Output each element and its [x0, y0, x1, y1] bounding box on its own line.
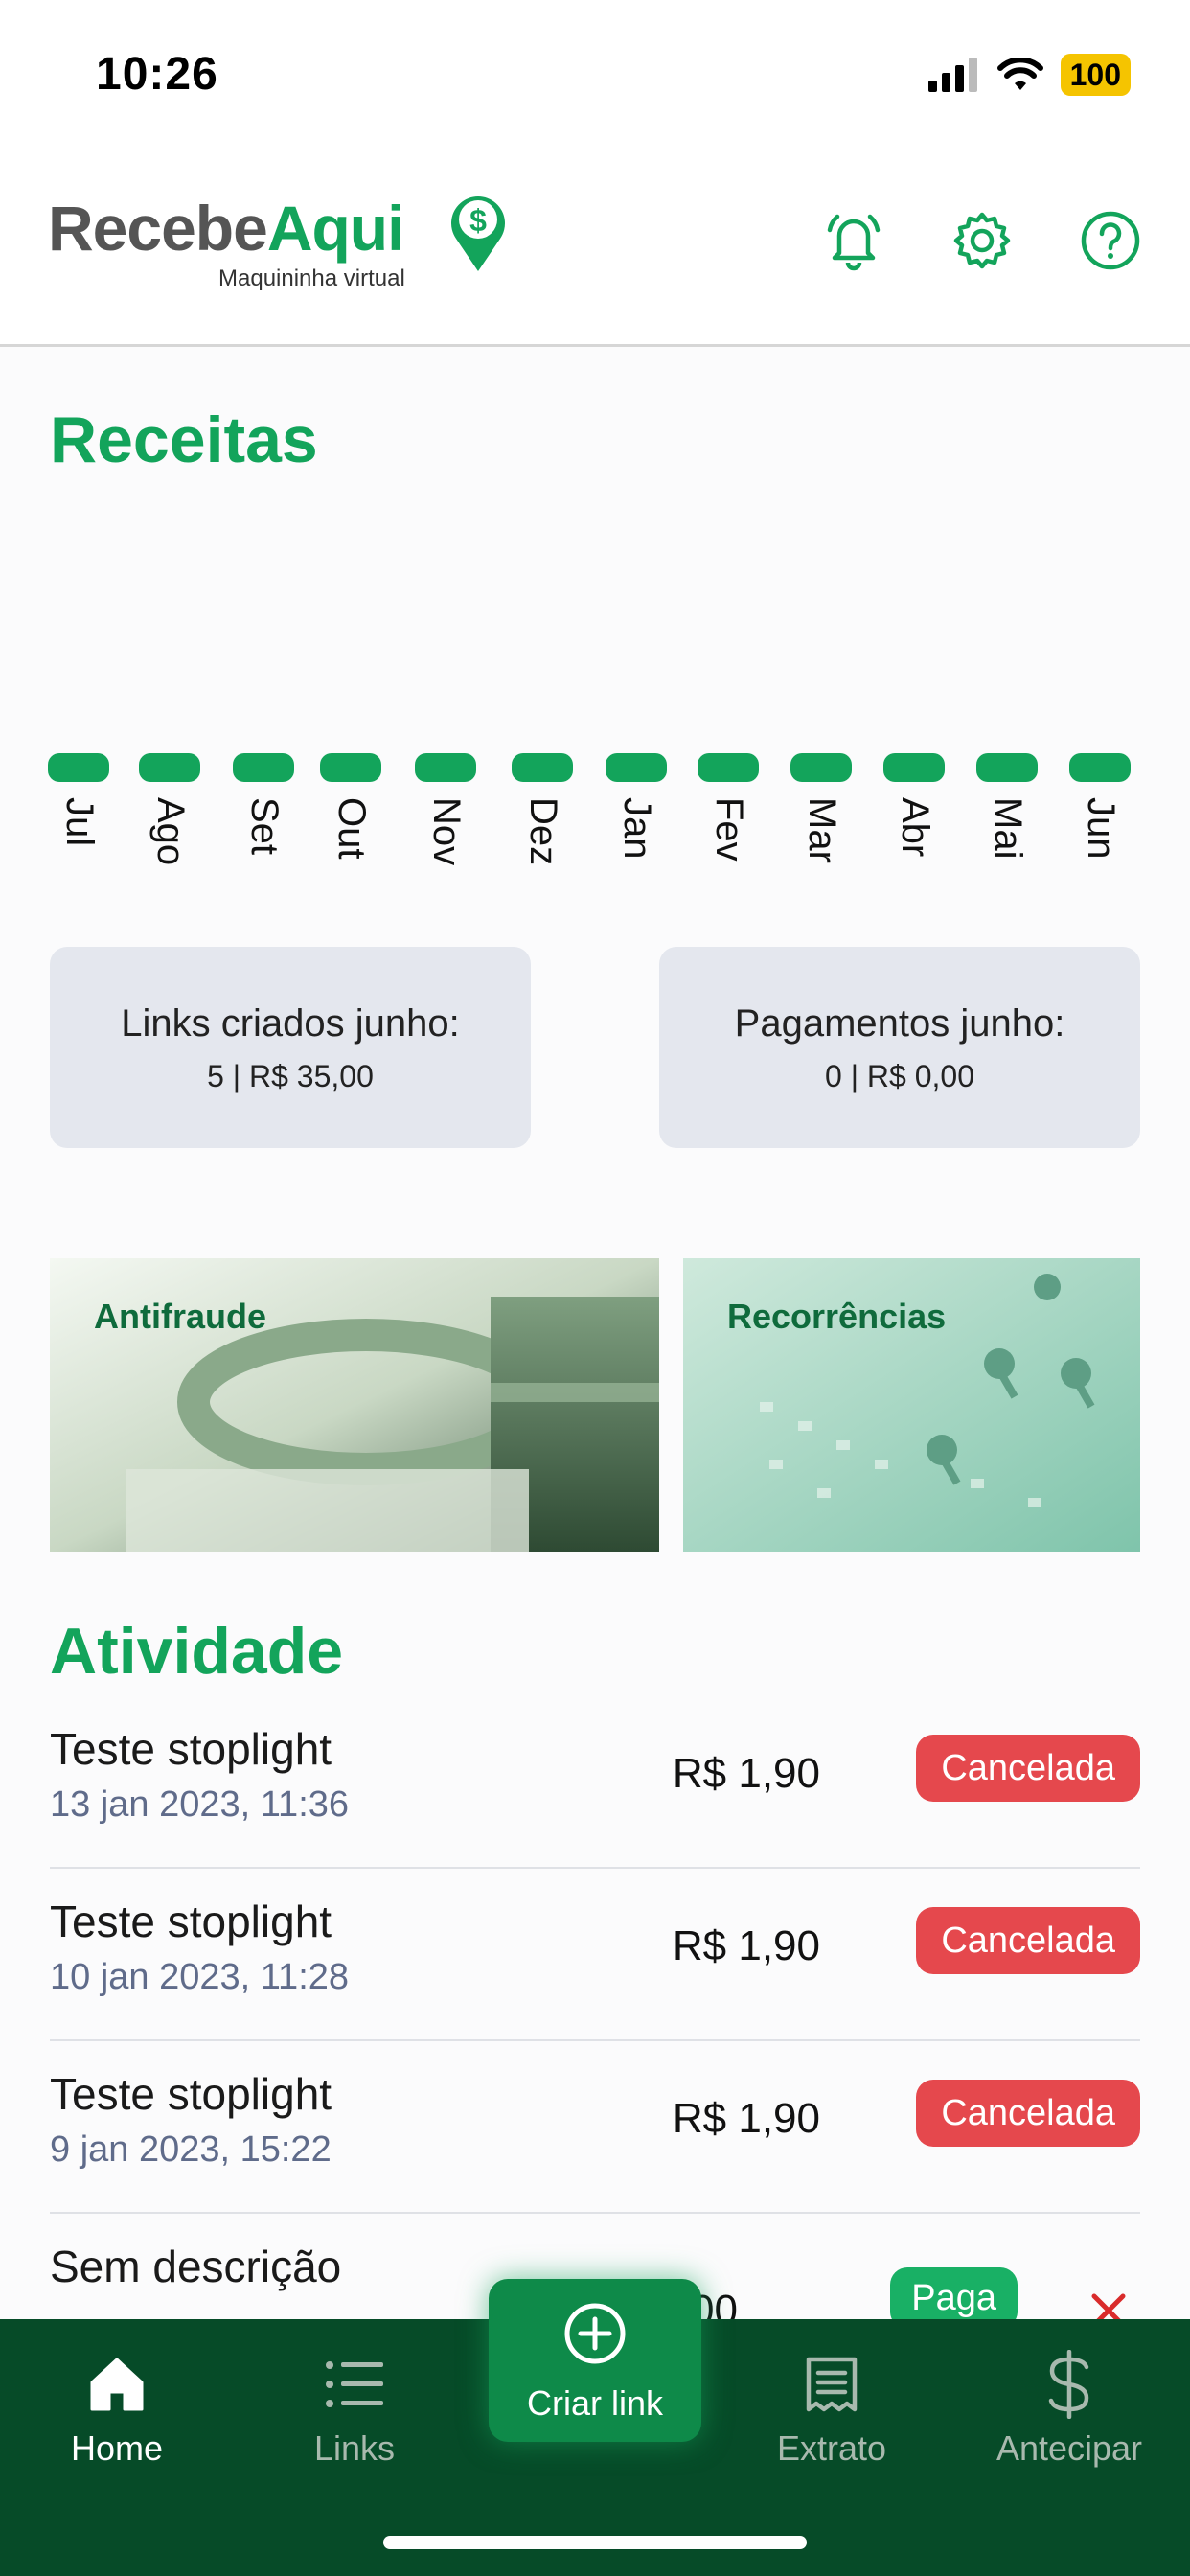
month-ago[interactable]: Ago: [139, 753, 200, 865]
month-dez[interactable]: Dez: [512, 753, 573, 865]
logo-accent-text: Aqui: [266, 193, 405, 264]
recurring-label: Recorrências: [727, 1297, 947, 1336]
month-bar: [48, 753, 109, 782]
location-dollar-icon: $: [451, 196, 505, 271]
nav-home[interactable]: Home: [21, 2346, 213, 2469]
antifraud-banner[interactable]: Antifraude: [50, 1258, 659, 1552]
month-label: Mar: [801, 797, 843, 863]
month-bar: [698, 753, 759, 782]
plus-circle-icon: [564, 2303, 626, 2364]
activity-amount: R$ 1,90: [672, 2095, 820, 2142]
activity-title: Atividade: [50, 1615, 344, 1688]
list-icon: [326, 2361, 383, 2407]
payments-value: 0 | R$ 0,00: [825, 1059, 974, 1093]
recurring-banner[interactable]: Recorrências: [683, 1258, 1140, 1552]
month-bar: [512, 753, 573, 782]
status-time: 10:26: [96, 49, 218, 100]
month-bar: [320, 753, 381, 782]
wifi-icon: [996, 58, 1043, 90]
status-badge: Cancelada: [916, 2080, 1140, 2147]
month-label: Dez: [522, 797, 564, 866]
month-label: Abr: [894, 797, 936, 858]
cellular-signal-icon: [927, 58, 977, 92]
month-label: Out: [331, 797, 373, 860]
activity-date: 9 jan 2023, 15:22: [50, 2129, 332, 2170]
nav-home-label: Home: [70, 2428, 164, 2468]
dollar-icon: [1048, 2350, 1089, 2419]
activity-row[interactable]: Teste stoplight 13 jan 2023, 11:36 R$ 1,…: [50, 1696, 1140, 1869]
month-label: Jan: [616, 797, 658, 860]
logo-subtitle: Maquininha virtual: [218, 265, 405, 291]
revenue-title: Receitas: [50, 403, 318, 476]
status-badge: Cancelada: [916, 1735, 1140, 1802]
links-created-card[interactable]: Links criados junho: 5 | R$ 35,00: [50, 947, 531, 1148]
month-fev[interactable]: Fev: [698, 753, 759, 862]
nav-links[interactable]: Links: [259, 2346, 450, 2469]
receipt-icon: [806, 2357, 858, 2412]
month-jun[interactable]: Jun: [1069, 753, 1131, 860]
month-label: Jun: [1080, 797, 1122, 860]
month-bar: [976, 753, 1038, 782]
month-label: Jul: [58, 797, 101, 847]
activity-date: 10 jan 2023, 11:28: [50, 1957, 350, 1997]
nav-statement[interactable]: Extrato: [736, 2346, 927, 2469]
month-bar: [233, 753, 294, 782]
nav-statement-label: Extrato: [776, 2428, 887, 2468]
links-created-value: 5 | R$ 35,00: [207, 1059, 374, 1093]
payments-card[interactable]: Pagamentos junho: 0 | R$ 0,00: [659, 947, 1140, 1148]
activity-title-text: Teste stoplight: [50, 1724, 332, 1774]
logo-main-text: Recebe: [48, 193, 268, 264]
month-bar: [415, 753, 476, 782]
activity-amount: R$ 1,90: [672, 1750, 820, 1797]
month-label: Set: [243, 797, 286, 856]
status-bar: 10:26 100: [0, 0, 1190, 144]
activity-title-text: Teste stoplight: [50, 1897, 332, 1946]
month-label: Fev: [708, 797, 750, 862]
month-bar: [790, 753, 852, 782]
home-icon: [90, 2358, 144, 2411]
home-indicator: [383, 2536, 807, 2549]
activity-title-text: Teste stoplight: [50, 2069, 332, 2119]
month-bar: [606, 753, 667, 782]
help-icon[interactable]: [1079, 209, 1142, 272]
month-label: Nov: [425, 797, 468, 866]
month-mai[interactable]: Mai: [976, 753, 1038, 859]
logo[interactable]: RecebeAqui Maquininha virtual $: [48, 196, 505, 291]
logo-wordmark: RecebeAqui: [48, 196, 404, 260]
month-bar: [1069, 753, 1131, 782]
nav-advance[interactable]: Antecipar: [973, 2346, 1165, 2469]
month-abr[interactable]: Abr: [883, 753, 945, 857]
nav-advance-label: Antecipar: [995, 2428, 1143, 2468]
month-jan[interactable]: Jan: [606, 753, 667, 860]
month-bar: [139, 753, 200, 782]
svg-text:$: $: [469, 203, 487, 238]
status-icons: 100: [927, 54, 1131, 96]
app-header: RecebeAqui Maquininha virtual $: [0, 144, 1190, 347]
gear-icon[interactable]: [950, 209, 1014, 272]
month-bar: [883, 753, 945, 782]
antifraud-label: Antifraude: [94, 1297, 266, 1336]
links-created-title: Links criados junho:: [121, 1002, 460, 1045]
month-set[interactable]: Set: [233, 753, 294, 855]
nav-links-label: Links: [313, 2428, 396, 2468]
month-mar[interactable]: Mar: [790, 753, 852, 863]
month-nov[interactable]: Nov: [415, 753, 476, 865]
bell-icon[interactable]: [822, 209, 885, 272]
month-out[interactable]: Out: [320, 753, 381, 859]
activity-amount: R$ 1,90: [672, 1922, 820, 1969]
month-label: Ago: [149, 797, 192, 866]
activity-date: 13 jan 2023, 11:36: [50, 1784, 350, 1825]
create-link-label: Criar link: [526, 2383, 663, 2423]
activity-row[interactable]: Teste stoplight 10 jan 2023, 11:28 R$ 1,…: [50, 1869, 1140, 2041]
revenue-chart: Jul Ago Set Out Nov Dez Jan Fev Mar Abr …: [48, 753, 1140, 907]
activity-row[interactable]: Teste stoplight 9 jan 2023, 15:22 R$ 1,9…: [50, 2041, 1140, 2214]
battery-indicator: 100: [1060, 54, 1131, 96]
activity-title-text: Sem descrição: [50, 2242, 342, 2291]
status-badge: Cancelada: [916, 1907, 1140, 1974]
header-actions: [822, 209, 1142, 272]
create-link-button[interactable]: Criar link: [489, 2279, 701, 2442]
payments-title: Pagamentos junho:: [734, 1002, 1065, 1045]
month-label: Mai: [987, 797, 1029, 860]
month-jul[interactable]: Jul: [48, 753, 109, 846]
